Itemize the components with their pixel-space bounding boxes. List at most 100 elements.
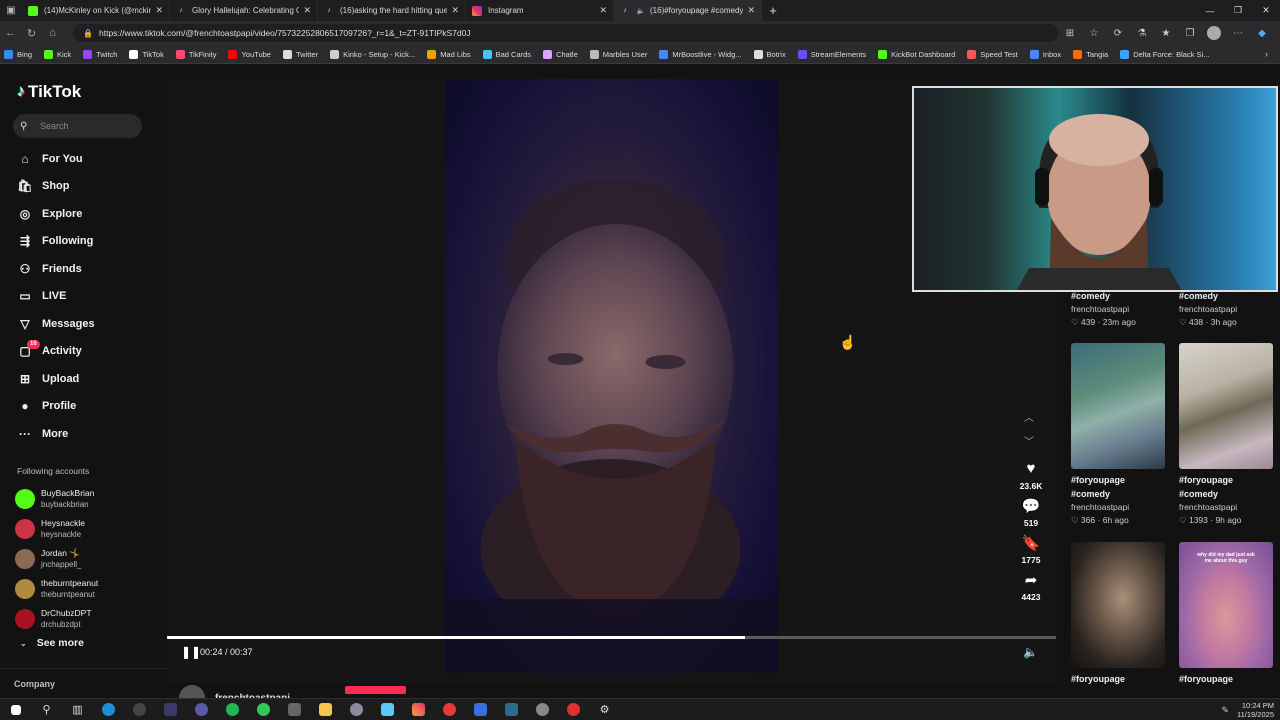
tab-actions-icon[interactable]: ▣: [0, 0, 22, 21]
bookmark-item[interactable]: YouTube: [228, 49, 271, 59]
favorites-icon[interactable]: ★: [1154, 26, 1178, 40]
video-thumbnail[interactable]: [1179, 343, 1273, 469]
split-screen-icon[interactable]: ⚗: [1130, 26, 1154, 40]
sidebar-item-for-you[interactable]: ⌂ For You: [15, 145, 95, 173]
app-icon[interactable]: [372, 699, 403, 720]
app-icon[interactable]: [341, 699, 372, 720]
pause-icon[interactable]: ❚❚: [181, 645, 201, 659]
related-video-card[interactable]: #foryoupage #comedy frenchtoastpapi ♡ 13…: [1179, 343, 1273, 526]
sidebar-item-shop[interactable]: 🛍 Shop: [15, 173, 95, 201]
sidebar-item-more[interactable]: ··· More: [15, 420, 95, 448]
following-account[interactable]: Jordan 🤸 jnchappell_: [15, 544, 98, 574]
video-thumbnail[interactable]: [1071, 542, 1165, 668]
profile-avatar[interactable]: [1207, 26, 1221, 40]
app-icon[interactable]: [155, 699, 186, 720]
comment-action[interactable]: 💬 519: [1015, 497, 1047, 528]
sidebar-item-explore[interactable]: ◎ Explore: [15, 200, 95, 228]
file-explorer-icon[interactable]: [310, 699, 341, 720]
video-progress-bar[interactable]: [167, 636, 1056, 639]
bookmark-item[interactable]: Bing: [4, 49, 32, 59]
sidebar-item-live[interactable]: ▭ LIVE: [15, 283, 95, 311]
related-video-card[interactable]: #foryoupage #comedy frenchtoastpapi ♡ 36…: [1071, 343, 1165, 526]
bookmark-item[interactable]: MrBoostlive - Widg...: [659, 49, 742, 59]
menu-dots-icon[interactable]: ⋯: [1226, 26, 1250, 40]
video-author[interactable]: frenchtoastpapi: [1179, 501, 1273, 514]
browser-tab-4[interactable]: Instagram ✕: [466, 0, 614, 21]
close-window-icon[interactable]: ✕: [1252, 0, 1280, 21]
windows-start-icon[interactable]: [0, 699, 31, 720]
bookmark-item[interactable]: Kick: [44, 49, 71, 59]
video-author[interactable]: frenchtoastpapi: [1071, 303, 1165, 316]
app-icon[interactable]: [248, 699, 279, 720]
speaker-icon[interactable]: 🔈: [636, 6, 646, 16]
bookmark-item[interactable]: Delta Force: Black Si...: [1120, 49, 1209, 59]
video-author[interactable]: frenchtoastpapi: [1179, 303, 1273, 316]
browser-tab-5-active[interactable]: ♪ 🔈 (16)#foryoupage #comedy | ✕: [614, 0, 762, 21]
bookmark-item[interactable]: Bad Cards: [482, 49, 531, 59]
app-icon[interactable]: [465, 699, 496, 720]
close-tab-icon[interactable]: ✕: [303, 5, 311, 16]
volume-icon[interactable]: 🔈: [1023, 645, 1038, 659]
bookmark-item[interactable]: Chatle: [543, 49, 578, 59]
follow-button[interactable]: [345, 686, 406, 694]
bookmark-item[interactable]: Speed Test: [967, 49, 1018, 59]
video-thumbnail[interactable]: [1071, 343, 1165, 469]
clock[interactable]: 10:24 PM 11/19/2025: [1237, 701, 1274, 719]
bookmark-item[interactable]: Marbles User: [589, 49, 647, 59]
copilot-icon[interactable]: ◆: [1250, 26, 1274, 40]
related-video-card[interactable]: #foryoupage: [1071, 542, 1165, 686]
home-icon[interactable]: ⌂: [42, 27, 63, 39]
obs-icon[interactable]: [124, 699, 155, 720]
close-tab-icon[interactable]: ✕: [451, 5, 459, 16]
chevron-down-icon[interactable]: ﹀: [1024, 433, 1034, 457]
app-icon[interactable]: [496, 699, 527, 720]
favorite-star-icon[interactable]: ☆: [1082, 26, 1106, 40]
app-icon[interactable]: [403, 699, 434, 720]
bookmark-item[interactable]: Twitter: [282, 49, 318, 59]
edge-icon[interactable]: [93, 699, 124, 720]
bookmark-item[interactable]: Mad Libs: [427, 49, 471, 59]
sidebar-item-following[interactable]: ⇶ Following: [15, 228, 95, 256]
bookmark-item[interactable]: Inbox: [1029, 49, 1061, 59]
bookmark-item[interactable]: TikFinity: [175, 49, 216, 59]
bookmark-item[interactable]: Kinko - Setup - Kick...: [330, 49, 415, 59]
bookmark-item[interactable]: TikTok: [129, 49, 164, 59]
see-more-button[interactable]: ⌄ See more: [20, 637, 84, 649]
new-tab-icon[interactable]: +: [762, 0, 784, 21]
close-tab-icon[interactable]: ✕: [155, 5, 163, 16]
sidebar-item-messages[interactable]: ▽ Messages: [15, 310, 94, 338]
app-available-icon[interactable]: ⊞: [1058, 26, 1082, 40]
related-video-card[interactable]: #comedy frenchtoastpapi ♡ 439 · 23m ago: [1071, 289, 1165, 328]
close-tab-icon[interactable]: ✕: [747, 5, 755, 16]
app-icon[interactable]: [558, 699, 589, 720]
bookmark-item[interactable]: Tangia: [1073, 49, 1108, 59]
bookmark-item[interactable]: Twitch: [83, 49, 117, 59]
bookmark-item[interactable]: StreamElements: [797, 49, 866, 59]
following-account[interactable]: Heysnackle heysnackle: [15, 514, 98, 544]
sidebar-item-activity[interactable]: ▢ 16 Activity: [15, 338, 95, 366]
bookmarks-overflow-icon[interactable]: ›: [1265, 49, 1268, 59]
bookmark-item[interactable]: Botrix: [753, 49, 786, 59]
chevron-up-icon[interactable]: ︿: [1024, 409, 1034, 433]
task-view-icon[interactable]: ▥: [62, 699, 93, 720]
like-action[interactable]: ♥ 23.6K: [1015, 460, 1047, 491]
minimize-icon[interactable]: —: [1196, 0, 1224, 21]
save-action[interactable]: 🔖 1775: [1015, 534, 1047, 565]
restore-icon[interactable]: ❐: [1224, 0, 1252, 21]
sidebar-item-upload[interactable]: ⊞ Upload: [15, 365, 95, 393]
related-video-card[interactable]: why did my dad just ask me about this gu…: [1179, 542, 1273, 686]
company-link[interactable]: Company: [0, 668, 167, 699]
share-action[interactable]: ➦ 4423: [1015, 571, 1047, 602]
extensions-icon[interactable]: ⟳: [1106, 26, 1130, 40]
search-input[interactable]: ⚲ Search: [13, 114, 142, 138]
pen-icon[interactable]: ✎: [1221, 705, 1229, 716]
sidebar-item-profile[interactable]: ● Profile: [15, 393, 95, 421]
tiktok-logo[interactable]: ♪ TikTok: [17, 82, 81, 102]
browser-tab-3[interactable]: ♪ (16)asking the hard hitting questi ✕: [318, 0, 466, 21]
video-frame[interactable]: [445, 79, 778, 673]
close-tab-icon[interactable]: ✕: [599, 5, 607, 16]
related-video-card[interactable]: #comedy frenchtoastpapi ♡ 438 · 3h ago: [1179, 289, 1273, 328]
video-thumbnail[interactable]: why did my dad just ask me about this gu…: [1179, 542, 1273, 668]
following-account[interactable]: theburntpeanut theburntpeanut: [15, 574, 98, 604]
back-icon[interactable]: ←: [0, 27, 21, 39]
